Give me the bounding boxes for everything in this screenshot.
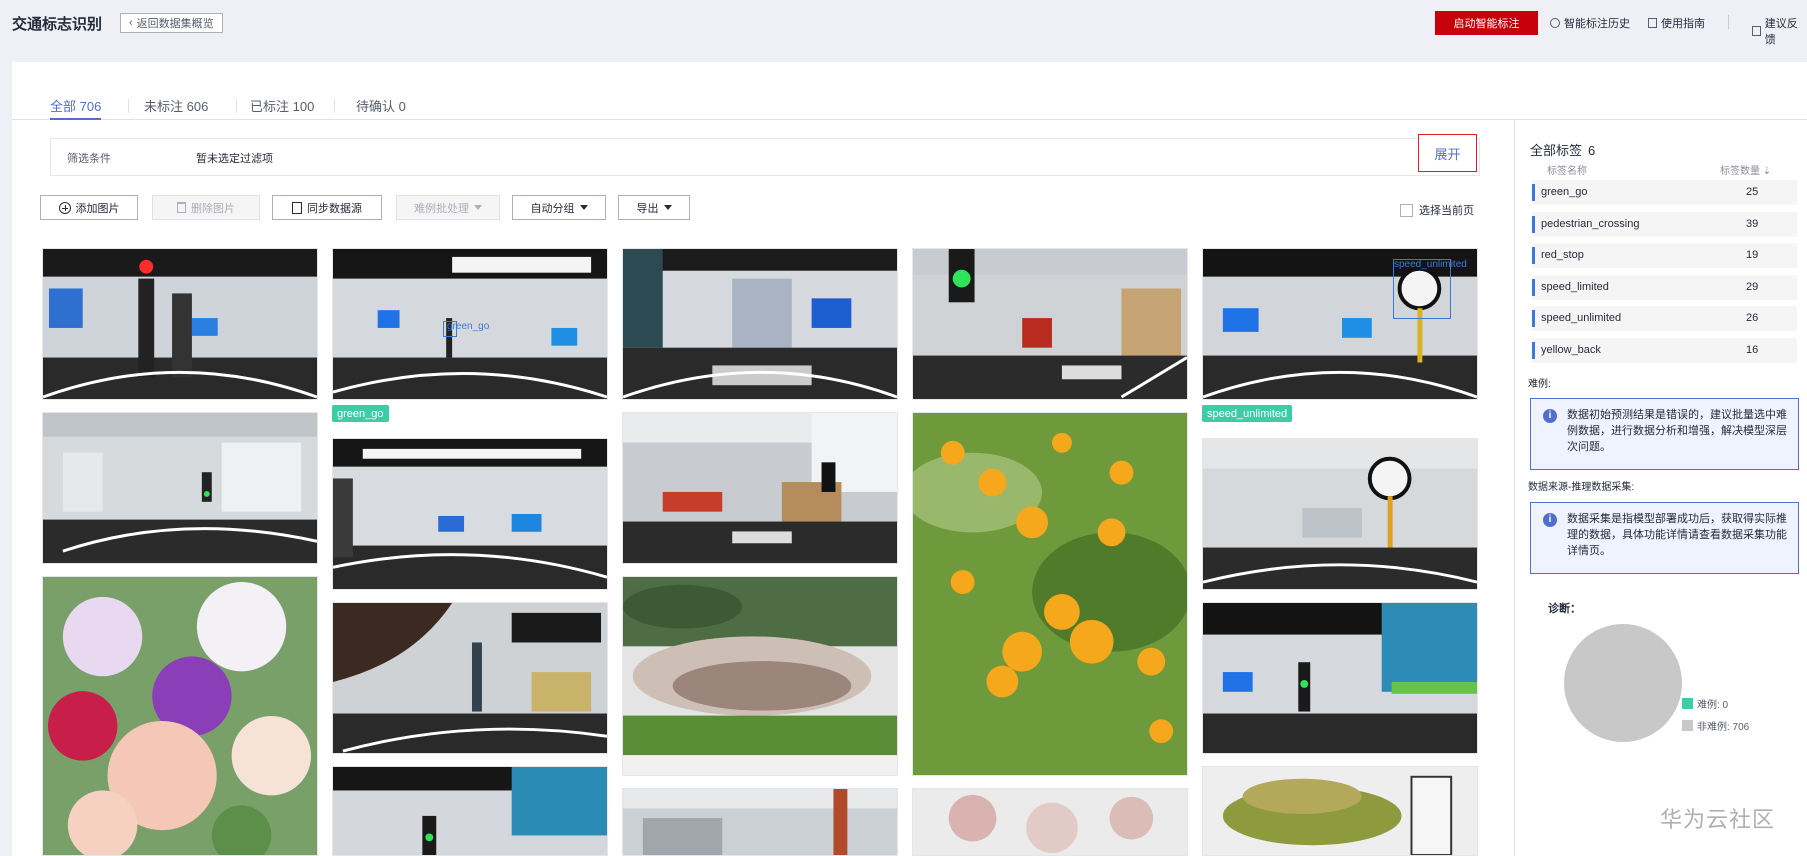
filter-bar: 筛选条件 暂未选定过滤项 <box>50 138 1480 176</box>
image-thumbnail[interactable] <box>912 248 1188 400</box>
hard-example-label: 难例: <box>1528 379 1551 390</box>
image-thumbnail[interactable] <box>332 602 608 754</box>
image-thumbnail[interactable] <box>42 576 318 856</box>
image-thumbnail[interactable] <box>332 438 608 590</box>
image-thumbnail[interactable] <box>622 576 898 776</box>
image-thumbnail[interactable] <box>332 766 608 856</box>
status-tabs: 全部 706 未标注 606 已标注 100 待确认 0 <box>12 62 1807 120</box>
image-thumbnail[interactable] <box>622 788 898 856</box>
main-panel: 全部 706 未标注 606 已标注 100 待确认 0 筛选条件 暂未选定过滤… <box>12 62 1807 856</box>
top-header: 交通标志识别 ‹ 返回数据集概览 启动智能标注 智能标注历史 使用指南 建议反馈 <box>0 0 1807 62</box>
chevron-down-icon <box>474 205 482 210</box>
tab-divider <box>128 99 129 113</box>
sort-icon[interactable]: ⇣ <box>1763 166 1771 177</box>
add-image-button[interactable]: 添加图片 <box>40 195 138 220</box>
page-title: 交通标志识别 <box>12 16 103 33</box>
feedback-link[interactable]: 建议反馈 <box>1752 15 1807 47</box>
sidebar-divider <box>1514 120 1515 856</box>
tab-divider <box>236 99 237 113</box>
tab-labeled[interactable]: 已标注 100 <box>250 96 314 120</box>
select-current-page[interactable]: 选择当前页 <box>1400 202 1474 218</box>
image-thumbnail[interactable]: green_go <box>332 248 608 400</box>
image-thumbnail[interactable] <box>42 412 318 564</box>
label-count: 6 <box>1588 143 1596 158</box>
expand-filter-button[interactable]: 展开 <box>1418 134 1477 172</box>
column-label-count[interactable]: 标签数量 ⇣ <box>1720 162 1771 177</box>
label-row[interactable]: red_stop 19 <box>1532 243 1797 268</box>
legend-non-hard: 非难例: 706 <box>1682 718 1749 733</box>
tab-divider <box>334 99 335 113</box>
data-source-info: i 数据采集是指模型部署成功后，获取得实际推理的数据，具体功能详情请查看数据采集… <box>1530 502 1799 574</box>
image-thumbnail[interactable] <box>1202 602 1478 754</box>
filter-value: 暂未选定过滤项 <box>196 153 273 165</box>
label-row[interactable]: speed_limited 29 <box>1532 275 1797 300</box>
image-thumbnail[interactable] <box>42 248 318 400</box>
label-row[interactable]: green_go 25 <box>1532 180 1797 205</box>
label-color-bar <box>1532 342 1535 359</box>
tab-pending[interactable]: 待确认 0 <box>356 96 406 120</box>
label-color-bar <box>1532 279 1535 296</box>
image-thumbnail[interactable] <box>622 412 898 564</box>
image-thumbnail[interactable] <box>1202 438 1478 590</box>
bbox-label: speed_unlimited <box>1394 259 1467 270</box>
back-to-dataset-button[interactable]: ‹ 返回数据集概览 <box>120 13 223 33</box>
trash-icon <box>177 202 186 213</box>
image-tag-green-go: green_go <box>332 405 389 422</box>
label-color-bar <box>1532 310 1535 327</box>
hard-example-batch-button[interactable]: 难例批处理 <box>396 195 500 220</box>
tab-all[interactable]: 全部 706 <box>50 96 102 120</box>
header-divider <box>1728 15 1729 29</box>
image-thumbnail[interactable]: speed_unlimited <box>1202 248 1478 400</box>
label-row[interactable]: speed_unlimited 26 <box>1532 306 1797 331</box>
label-row[interactable]: yellow_back 16 <box>1532 338 1797 363</box>
edit-icon <box>1752 26 1761 36</box>
label-color-bar <box>1532 247 1535 264</box>
info-icon: i <box>1543 513 1557 527</box>
label-color-bar <box>1532 216 1535 233</box>
legend-swatch <box>1682 720 1693 731</box>
filter-label: 筛选条件 <box>67 153 111 165</box>
export-button[interactable]: 导出 <box>618 195 690 220</box>
diagnosis-pie-chart <box>1564 624 1682 742</box>
legend-swatch <box>1682 698 1693 709</box>
user-guide-link[interactable]: 使用指南 <box>1648 15 1705 31</box>
image-thumbnail[interactable] <box>622 248 898 400</box>
legend-hard: 难例: 0 <box>1682 696 1728 711</box>
info-icon: i <box>1543 409 1557 423</box>
image-tag-speed-unlimited: speed_unlimited <box>1202 405 1293 422</box>
watermark: 华为云社区 <box>1660 807 1776 832</box>
all-labels-title: 全部标签 6 <box>1530 143 1596 158</box>
diagnosis-label: 诊断： <box>1548 603 1581 615</box>
sync-source-button[interactable]: 同步数据源 <box>272 195 382 220</box>
auto-group-button[interactable]: 自动分组 <box>512 195 606 220</box>
document-icon <box>1648 18 1657 28</box>
bbox-label: green_go <box>447 321 490 332</box>
tab-unlabeled[interactable]: 未标注 606 <box>144 96 208 120</box>
smart-label-history-link[interactable]: 智能标注历史 <box>1550 15 1630 31</box>
hard-example-info: i 数据初始预测结果是错误的，建议批量选中难例数据，进行数据分析和增强，解决模型… <box>1530 398 1799 470</box>
image-thumbnail[interactable] <box>1202 766 1478 856</box>
delete-image-button[interactable]: 删除图片 <box>152 195 260 220</box>
image-thumbnail[interactable] <box>912 788 1188 856</box>
add-icon <box>58 201 71 214</box>
label-row[interactable]: pedestrian_crossing 39 <box>1532 212 1797 237</box>
sync-icon <box>292 201 302 214</box>
start-smart-label-button[interactable]: 启动智能标注 <box>1435 11 1538 35</box>
chevron-down-icon <box>663 205 672 210</box>
clock-icon <box>1550 18 1560 28</box>
chevron-down-icon <box>579 205 588 210</box>
data-source-label: 数据来源-推理数据采集: <box>1528 482 1635 493</box>
chevron-left-icon: ‹ <box>129 17 133 29</box>
label-color-bar <box>1532 184 1535 201</box>
column-label-name: 标签名称 <box>1547 166 1587 177</box>
image-thumbnail[interactable] <box>912 412 1188 776</box>
back-label: 返回数据集概览 <box>136 18 214 30</box>
select-page-checkbox[interactable] <box>1400 203 1413 217</box>
